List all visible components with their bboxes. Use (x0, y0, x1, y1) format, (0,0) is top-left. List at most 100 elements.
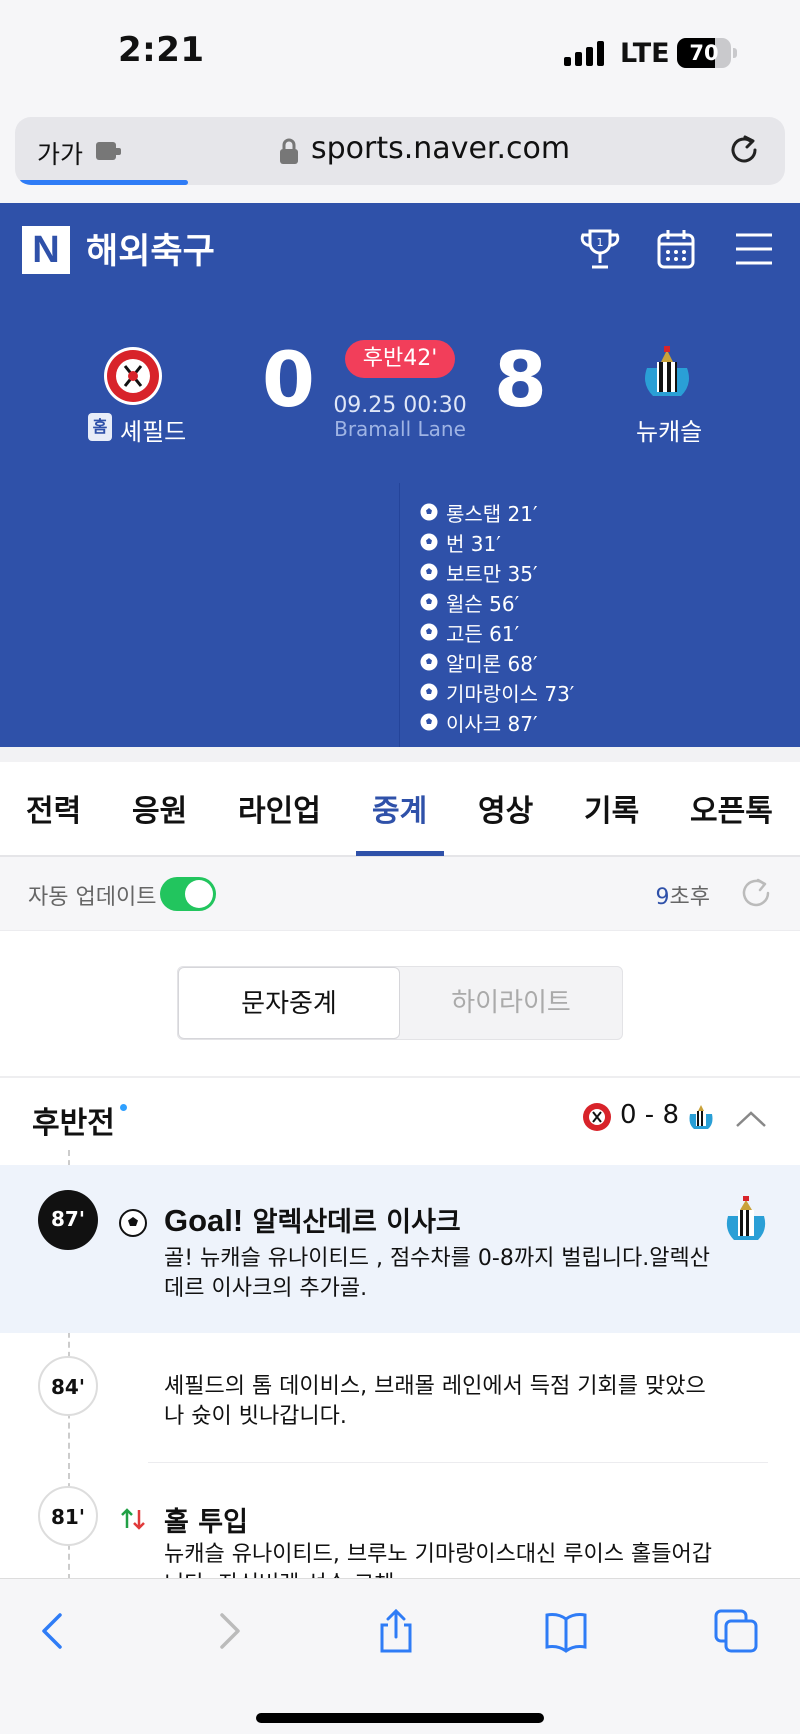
refresh-icon[interactable] (738, 875, 774, 911)
scorer-label: 보트만 35′ (446, 561, 538, 586)
back-icon[interactable] (32, 1609, 76, 1653)
scorer-item: 윌슨 56′ (420, 587, 519, 617)
tab-record[interactable]: 기록 (584, 786, 639, 830)
event-separator (148, 1462, 768, 1463)
goal-label: Goal! (164, 1203, 244, 1238)
tab-live[interactable]: 중계 (372, 786, 427, 830)
event-title: Goal! 알렉산데르 이사크 (164, 1200, 461, 1239)
soccer-ball-icon (420, 593, 438, 611)
scorer-label: 고든 61′ (446, 621, 520, 646)
trophy-icon[interactable]: 1 (578, 227, 622, 271)
tab-open-talk[interactable]: 오픈톡 (690, 786, 773, 830)
away-score: 8 (494, 335, 547, 424)
soccer-ball-icon (420, 713, 438, 731)
half-score: 0 - 8 (620, 1100, 679, 1130)
countdown-suffix: 초후 (669, 885, 710, 910)
scorer-label: 알미론 68′ (446, 651, 538, 676)
soccer-ball-icon (420, 623, 438, 641)
match-datetime: 09.25 00:30 (333, 393, 467, 418)
scorer-item: 롱스탭 21′ (420, 497, 538, 527)
toggle-knob (185, 880, 213, 908)
scorer-item: 고든 61′ (420, 617, 519, 647)
event-text: 셰필드의 톰 데이비스, 브래몰 레인에서 득점 기회를 맞았으나 슛이 빗나갑… (164, 1374, 706, 1429)
address-bar[interactable]: 가가 sports.naver.com (15, 117, 785, 185)
tabs-icon[interactable] (714, 1609, 758, 1653)
tab-lineup[interactable]: 라인업 (238, 786, 321, 830)
newcastle-event-crest-icon (726, 1196, 766, 1240)
auto-update-label: 자동 업데이트 (28, 885, 157, 910)
scorer-label: 롱스탭 21′ (446, 501, 538, 526)
goal-scorer: 알렉산데르 이사크 (252, 1207, 461, 1238)
sheffield-crest-icon[interactable] (103, 346, 163, 406)
battery-level: 70 (689, 41, 719, 65)
status-bar: 2:21 LTE 70 (0, 0, 800, 108)
lock-icon (280, 138, 298, 164)
forward-icon[interactable] (206, 1609, 250, 1653)
sheffield-mini-crest-icon (583, 1103, 611, 1131)
home-indicator (256, 1713, 544, 1723)
event-minute: 81' (38, 1486, 98, 1546)
soccer-ball-icon (420, 533, 438, 551)
battery-icon: 70 (677, 38, 731, 68)
page-load-progress (19, 180, 189, 185)
live-dot (120, 1104, 127, 1111)
scorer-item: 번 31′ (420, 527, 501, 557)
text-commentary-button[interactable]: 문자중계 (178, 967, 400, 1039)
active-tab-indicator (356, 851, 444, 856)
reload-icon[interactable] (727, 133, 761, 167)
away-team-name[interactable]: 뉴캐슬 (636, 412, 702, 447)
scorer-divider (399, 483, 400, 747)
browser-address-area: 가가 sports.naver.com (0, 108, 800, 203)
auto-update-toggle[interactable] (160, 877, 216, 911)
event-minute: 84' (38, 1356, 98, 1416)
scorer-item: 알미론 68′ (420, 647, 538, 677)
commentary-segment: 문자중계 하이라이트 (177, 966, 623, 1040)
home-badge: 홈 (88, 413, 112, 441)
network-type: LTE (620, 38, 670, 69)
scorer-label: 기마랑이스 73′ (446, 681, 575, 706)
scorer-label: 번 31′ (446, 531, 501, 556)
newcastle-mini-crest-icon (689, 1105, 713, 1129)
countdown-number: 9 (655, 885, 670, 910)
tab-video[interactable]: 영상 (478, 786, 533, 830)
newcastle-crest-icon[interactable] (637, 344, 697, 404)
section-title[interactable]: 해외축구 (86, 223, 215, 274)
tab-cheer[interactable]: 응원 (132, 786, 187, 830)
match-venue: Bramall Lane (334, 417, 466, 441)
url-text[interactable]: sports.naver.com (311, 131, 570, 166)
event-text: 골! 뉴캐슬 유나이티드 , 점수차를 0-8까지 벌립니다.알렉산데르 이사크… (164, 1246, 710, 1301)
divider (0, 1076, 800, 1078)
extension-icon[interactable] (95, 139, 123, 163)
signal-icon (564, 40, 606, 66)
half-title: 후반전 (32, 1106, 115, 1141)
highlight-button[interactable]: 하이라이트 (400, 967, 622, 1039)
scorer-label: 이사크 87′ (446, 711, 538, 736)
naver-logo[interactable]: N (22, 226, 70, 274)
chevron-up-icon[interactable] (734, 1108, 768, 1130)
text-size-button[interactable]: 가가 (37, 135, 83, 171)
calendar-icon[interactable] (654, 227, 698, 271)
match-status-badge: 후반42' (345, 340, 455, 378)
bookmarks-icon[interactable] (544, 1609, 588, 1653)
tab-lineup-strength[interactable]: 전력 (26, 786, 81, 830)
scoreboard: 홈 셰필드 0 후반42' 09.25 00:30 Bramall Lane 8… (0, 297, 800, 483)
share-icon[interactable] (374, 1609, 418, 1653)
menu-icon[interactable] (732, 227, 776, 271)
event-title: 홀 투입 (164, 1507, 248, 1538)
refresh-countdown: 9초후 (656, 879, 710, 911)
scorer-item: 이사크 87′ (420, 707, 538, 737)
home-score: 0 (262, 335, 315, 424)
soccer-ball-icon (420, 683, 438, 701)
site-header: N 해외축구 1 (0, 203, 800, 297)
browser-toolbar (0, 1578, 800, 1734)
soccer-ball-icon (420, 563, 438, 581)
auto-update-bar: 자동 업데이트 9초후 (0, 857, 800, 931)
home-team-name[interactable]: 셰필드 (120, 412, 186, 447)
soccer-ball-icon (119, 1209, 147, 1237)
match-tabs: 전력 응원 라인업 중계 영상 기록 오픈톡 (0, 762, 800, 857)
scorer-label: 윌슨 56′ (446, 591, 520, 616)
scorer-item: 보트만 35′ (420, 557, 538, 587)
section-gap (0, 747, 800, 762)
status-time: 2:21 (118, 30, 205, 70)
svg-text:1: 1 (597, 236, 604, 249)
